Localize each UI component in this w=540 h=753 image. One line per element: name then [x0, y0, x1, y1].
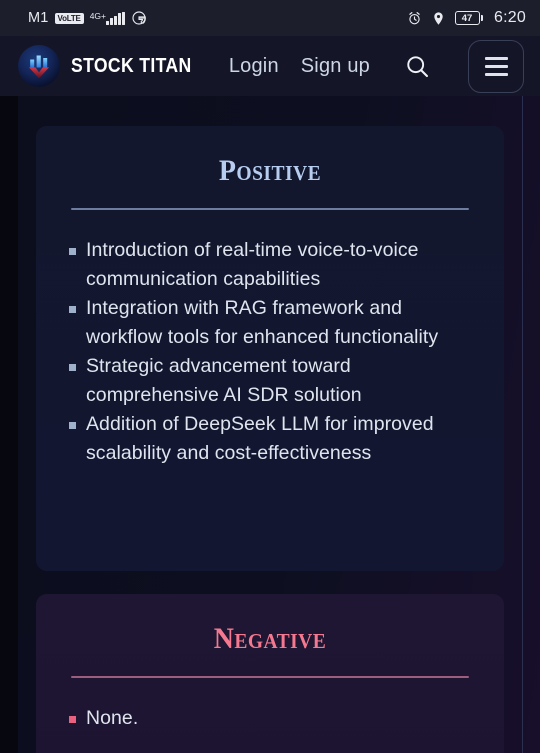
list-item: Addition of DeepSeek LLM for improved sc…: [62, 410, 478, 468]
search-icon[interactable]: [400, 49, 434, 83]
carrier-label: M1: [28, 10, 49, 26]
battery-level-label: 47: [454, 11, 480, 25]
network-type-label: 4G+: [89, 10, 107, 21]
positive-card-title: Positive: [218, 154, 322, 187]
header-nav: Login Sign up: [229, 39, 524, 93]
hamburger-menu-icon[interactable]: [468, 39, 524, 93]
positive-bullet-list: Introduction of real-time voice-to-voice…: [62, 236, 478, 468]
status-bar-left: M1 VoLTE 4G+: [28, 10, 147, 26]
list-item: Strategic advancement toward comprehensi…: [62, 352, 478, 410]
location-pin-icon: [431, 11, 446, 26]
negative-card: Negative None.: [36, 594, 504, 753]
list-item: Integration with RAG framework and workf…: [62, 294, 478, 352]
signup-link[interactable]: Sign up: [301, 55, 370, 78]
stock-titan-logo-icon: [18, 45, 60, 87]
site-header: STOCK TITAN Login Sign up: [0, 36, 540, 96]
positive-card: Positive Introduction of real-time voice…: [36, 126, 504, 571]
status-bar: M1 VoLTE 4G+ 47 6:20: [0, 0, 540, 36]
brand-name: STOCK TITAN: [71, 54, 192, 77]
negative-card-title: Negative: [213, 622, 327, 655]
page-body: Positive Introduction of real-time voice…: [0, 96, 540, 753]
brand-home-link[interactable]: STOCK TITAN: [18, 45, 208, 87]
status-bar-right: 47 6:20: [407, 9, 526, 27]
clock-label: 6:20: [494, 9, 526, 26]
analysis-content: Positive Introduction of real-time voice…: [36, 96, 504, 753]
login-link[interactable]: Login: [229, 55, 279, 78]
phone-screen: M1 VoLTE 4G+ 47 6:20 STOCK TITAN Login S…: [0, 0, 540, 753]
battery-cap: [481, 15, 484, 21]
google-g-icon: [131, 10, 147, 26]
alarm-clock-icon: [407, 11, 422, 26]
vertical-scrollbar[interactable]: [521, 96, 523, 753]
volte-badge: VoLTE: [54, 12, 84, 24]
signal-bars-icon: 4G+: [89, 10, 125, 25]
list-item: Introduction of real-time voice-to-voice…: [62, 236, 478, 294]
signal-strength-bars: [106, 11, 125, 25]
negative-card-divider: [71, 676, 469, 678]
battery-indicator: 47: [454, 11, 484, 25]
negative-bullet-list: None.: [62, 704, 478, 733]
list-item: None.: [62, 704, 478, 733]
positive-card-divider: [71, 208, 469, 210]
left-edge-rail: [0, 96, 18, 753]
